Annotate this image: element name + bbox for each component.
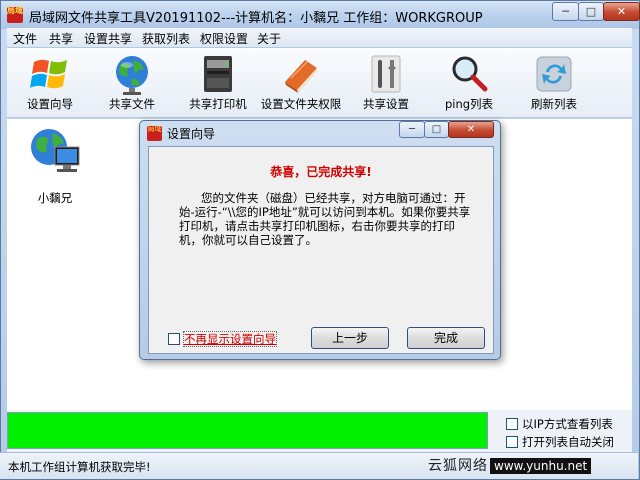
- book-icon: [285, 60, 317, 93]
- dialog-close-button[interactable]: ✕: [448, 121, 494, 138]
- close-button[interactable]: ✕: [603, 2, 640, 21]
- app-icon: 局域: [7, 7, 23, 23]
- auto-close-label: 打开列表自动关闭: [522, 435, 614, 449]
- tool-label: 设置向导: [27, 97, 73, 111]
- dialog-minimize-button[interactable]: ─: [399, 121, 425, 138]
- network-computer-icon: [31, 129, 80, 172]
- tool-label: 共享设置: [363, 97, 409, 111]
- auto-close-checkbox[interactable]: [506, 436, 518, 448]
- tool-refresh-list[interactable]: 刷新列表: [524, 48, 584, 118]
- tool-label: 共享文件: [109, 97, 155, 111]
- progress-bar: [7, 412, 488, 449]
- computer-label: 小黐兄: [37, 191, 73, 205]
- dialog-heading: 恭喜，已完成共享!: [270, 165, 372, 179]
- dialog-body: 恭喜，已完成共享! 您的文件夹（磁盘）已经共享，对方电脑可通过：开始-运行-“\…: [148, 146, 494, 354]
- menu-get-list[interactable]: 获取列表: [142, 30, 190, 47]
- maximize-button[interactable]: □: [578, 2, 604, 21]
- windows-logo-icon: [30, 59, 67, 89]
- refresh-icon: [536, 56, 572, 92]
- ip-view-checkbox[interactable]: [506, 418, 518, 430]
- tool-label: ping列表: [444, 97, 494, 111]
- dont-show-wizard-checkbox[interactable]: [168, 333, 180, 345]
- title-bar[interactable]: 局域 局域网文件共享工具V20191102---计算机名：小黐兄 工作组：WOR…: [1, 1, 640, 29]
- tool-setup-wizard[interactable]: 设置向导: [11, 48, 89, 118]
- tool-label: 共享打印机: [189, 97, 247, 111]
- tool-label: 设置文件夹权限: [260, 97, 342, 111]
- watermark: 云狐网络 www.yunhu.net: [428, 455, 636, 478]
- dialog-message: 您的文件夹（磁盘）已经共享，对方电脑可通过：开始-运行-“\\您的IP地址”就可…: [179, 191, 471, 247]
- tool-ping-list[interactable]: ping列表: [439, 48, 499, 118]
- ip-view-option[interactable]: 以IP方式查看列表: [506, 416, 613, 432]
- tool-share-settings[interactable]: 共享设置: [353, 48, 419, 118]
- tool-share-files[interactable]: 共享文件: [95, 48, 169, 118]
- status-text: 本机工作组计算机获取完毕!: [8, 460, 151, 474]
- dont-show-wizard-option[interactable]: 不再显示设置向导: [168, 331, 277, 347]
- toolbar: 设置向导 共享文件 共享打印机 设置文件夹权限 共享设置 ping列表 刷新列表: [7, 48, 632, 118]
- computer-item[interactable]: 小黐兄: [25, 125, 85, 206]
- tool-share-printer[interactable]: 共享打印机: [183, 48, 253, 118]
- dialog-title: 设置向导: [167, 127, 216, 141]
- dialog-app-icon: 局域: [147, 126, 162, 141]
- minimize-button[interactable]: ─: [552, 2, 579, 21]
- magnifier-icon: [452, 56, 488, 92]
- printer-icon: [204, 56, 232, 92]
- bottom-panel: 以IP方式查看列表 打开列表自动关闭: [7, 410, 632, 452]
- watermark-text: 云狐网络: [428, 458, 488, 474]
- menu-bar: 文件 共享 设置共享 获取列表 权限设置 关于: [7, 28, 632, 48]
- ip-view-label: 以IP方式查看列表: [522, 417, 613, 431]
- menu-file[interactable]: 文件: [13, 30, 37, 47]
- window-title: 局域网文件共享工具V20191102---计算机名：小黐兄 工作组：WORKGR…: [29, 11, 483, 26]
- dialog-maximize-button[interactable]: □: [424, 121, 449, 138]
- menu-share-settings[interactable]: 设置共享: [84, 30, 132, 47]
- dont-show-wizard-label: 不再显示设置向导: [183, 331, 277, 347]
- menu-permissions[interactable]: 权限设置: [200, 30, 248, 47]
- tool-label: 刷新列表: [531, 97, 577, 111]
- watermark-url: www.yunhu.net: [490, 458, 592, 474]
- menu-about[interactable]: 关于: [257, 30, 281, 47]
- auto-close-option[interactable]: 打开列表自动关闭: [506, 434, 614, 450]
- finish-button[interactable]: 完成: [407, 327, 485, 349]
- setup-wizard-dialog: 局域 设置向导 ─ □ ✕ 恭喜，已完成共享! 您的文件夹（磁盘）已经共享，对方…: [139, 120, 501, 360]
- status-bar: 本机工作组计算机获取完毕! 云狐网络 www.yunhu.net: [0, 452, 638, 479]
- previous-button[interactable]: 上一步: [311, 327, 389, 349]
- menu-share[interactable]: 共享: [49, 30, 73, 47]
- tool-folder-permissions[interactable]: 设置文件夹权限: [257, 48, 345, 118]
- globe-icon: [116, 56, 148, 95]
- tools-icon: [371, 55, 401, 93]
